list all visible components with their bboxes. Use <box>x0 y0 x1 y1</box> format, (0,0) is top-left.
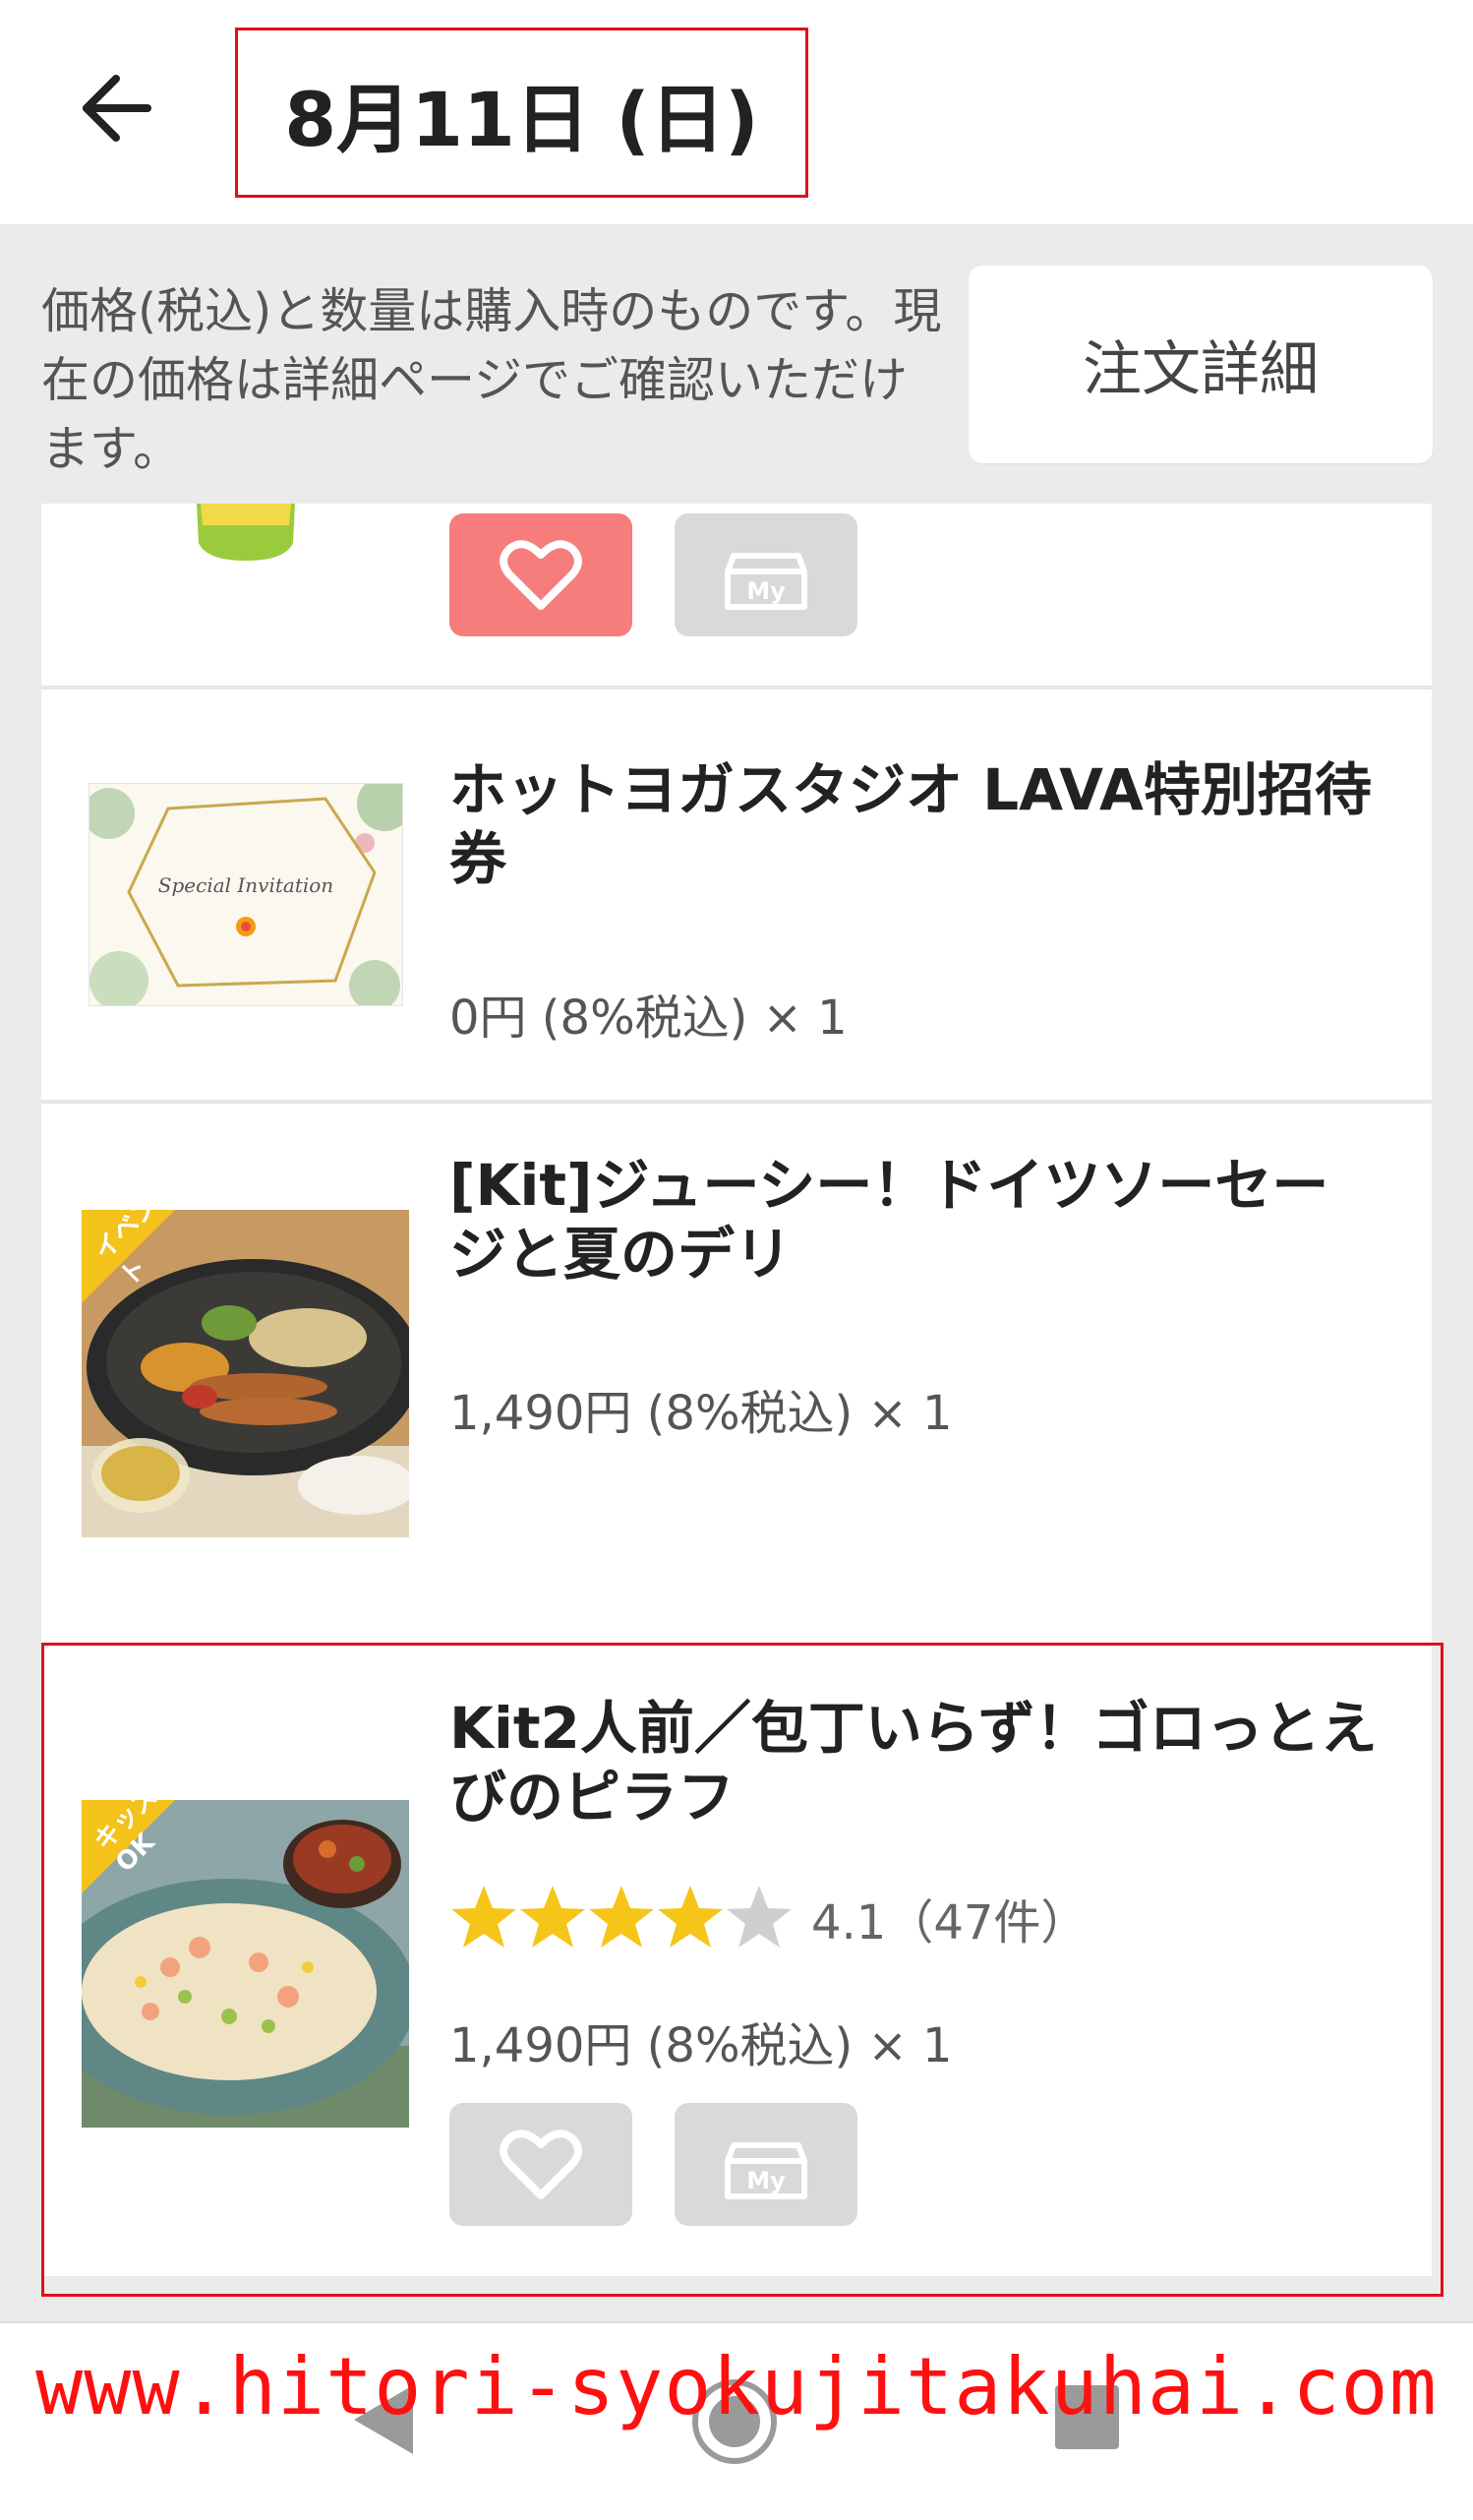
arrow-left-icon[interactable] <box>77 69 155 148</box>
product-price: 1,490円 (8%税込) × 1 <box>449 1386 953 1441</box>
heart-icon <box>500 539 582 610</box>
product-thumbnail <box>197 504 295 561</box>
notice-text: 価格(税込)と数量は購入時のものです。現在の価格は詳細ページでご確認いただけます… <box>41 283 942 477</box>
my-box-icon: My <box>725 552 807 610</box>
item-highlight-box <box>41 1643 1444 2297</box>
favorite-button[interactable] <box>449 513 632 636</box>
product-name[interactable]: ホットヨガスタジオ LAVA特別招待券 <box>449 755 1384 893</box>
my-box-button[interactable]: My <box>675 513 857 636</box>
svg-text:My: My <box>746 577 786 605</box>
product-thumbnail: Special Invitation <box>88 783 403 1006</box>
product-name[interactable]: [Kit]ジューシー！ドイツソーセージと夏のデリ <box>449 1151 1384 1289</box>
page-title: 8月11日 (日) <box>284 75 759 163</box>
svg-text:Special Invitation: Special Invitation <box>158 873 333 897</box>
watermark-text: www.hitori-syokujitakuhai.com <box>35 2341 1438 2432</box>
product-price: 0円 (8%税込) × 1 <box>449 990 848 1046</box>
order-detail-button[interactable]: 注文詳細 <box>969 266 1433 463</box>
